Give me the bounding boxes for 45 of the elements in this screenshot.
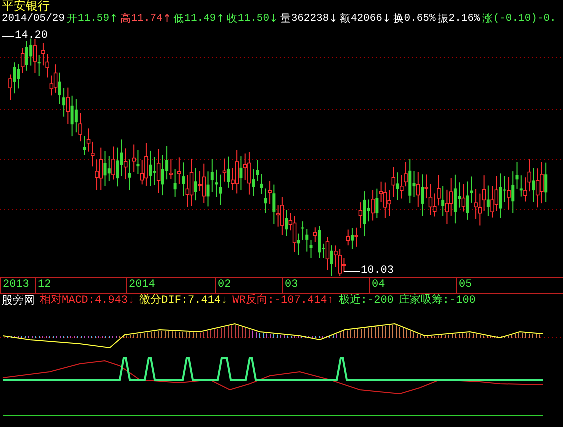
- trend-arrow: ↓: [221, 294, 228, 308]
- indicator-value: 相对MACD:4.943: [40, 294, 128, 308]
- trend-arrow: ↑: [162, 13, 172, 26]
- trend-arrow: ↑: [216, 13, 225, 26]
- high-price-label: 14.20: [15, 30, 48, 42]
- axis-label: 12: [35, 278, 126, 293]
- trend-arrow: ↓: [128, 294, 135, 308]
- trend-arrow: ↓: [329, 13, 338, 26]
- trend-arrow: ↑: [327, 294, 334, 308]
- quote-value: 11.49: [184, 13, 216, 26]
- quote-label: 高: [120, 13, 132, 26]
- quote-value: 11.59: [78, 13, 110, 26]
- indicator-value: WR反向:-107.414: [232, 294, 328, 308]
- quote-label: 额: [340, 13, 351, 26]
- axis-label: 04: [369, 278, 456, 293]
- axis-label: 2014: [126, 278, 215, 293]
- quote-label: 换: [393, 13, 404, 26]
- low-price-label: 10.03: [361, 265, 394, 277]
- indicator-name: 股旁网: [2, 294, 35, 308]
- indicator-value: 微分DIF:7.414: [140, 294, 222, 308]
- indicator-value: 庄家吸筹:-100: [398, 294, 476, 308]
- trend-arrow: ↓: [382, 13, 392, 26]
- quote-value: 2.16%: [448, 13, 480, 26]
- quote-label: 振: [438, 13, 449, 26]
- quote-value: 362238: [291, 13, 330, 26]
- quote-label: 收: [227, 13, 238, 26]
- quote-value: 11.50: [238, 13, 270, 26]
- quote-value: 11.74: [131, 13, 163, 26]
- quote-value: 42066: [350, 13, 382, 26]
- axis-label: 2013: [0, 278, 35, 293]
- axis-label: 05: [456, 278, 563, 293]
- axis-label: 03: [282, 278, 369, 293]
- quote-label: 涨: [482, 13, 494, 26]
- trend-arrow: ↓: [270, 13, 278, 26]
- stock-name: 平安银行: [2, 0, 50, 13]
- quote-label: 开: [67, 13, 78, 26]
- quote-label: 量: [280, 13, 292, 26]
- quote-date: 2014/05/29: [2, 13, 66, 26]
- quote-label: 低: [174, 13, 185, 26]
- quote-value: (-0.10)-0.: [493, 13, 556, 26]
- axis-label: 02: [215, 278, 282, 293]
- indicator-value: 极近:-200: [338, 294, 394, 308]
- leader-line: [344, 270, 360, 272]
- trend-arrow: ↑: [110, 13, 118, 26]
- quote-value: 0.65%: [404, 13, 436, 26]
